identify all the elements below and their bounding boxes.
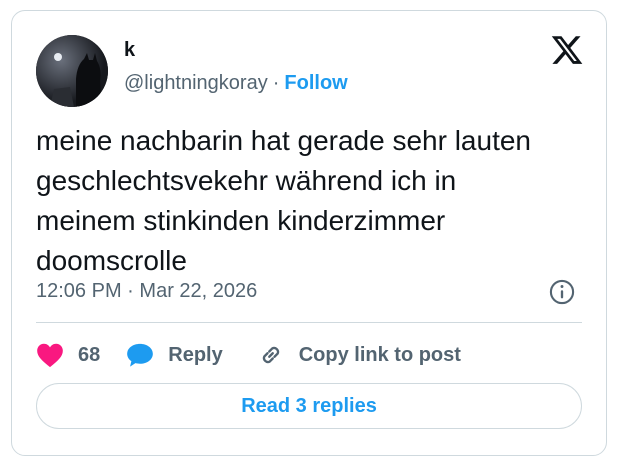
reply-label: Reply: [168, 343, 223, 366]
info-icon[interactable]: [548, 278, 576, 306]
like-count: 68: [78, 343, 101, 366]
author-handle-row: @lightningkoray · Follow: [124, 70, 348, 96]
reply-bubble-icon: [127, 343, 154, 367]
copy-link-label: Copy link to post: [298, 343, 461, 366]
reply-button[interactable]: Reply: [126, 342, 223, 368]
like-button[interactable]: 68: [36, 342, 100, 368]
avatar[interactable]: [36, 35, 108, 107]
timestamp-separator: ·: [127, 280, 134, 302]
post-timestamp[interactable]: 12:06 PM · Mar 22, 2026: [36, 278, 257, 304]
heart-icon: [37, 343, 63, 368]
post-date: Mar 22, 2026: [139, 280, 258, 302]
link-icon: [262, 346, 279, 364]
handle-separator: ·: [272, 72, 280, 94]
embedded-post-card: k @lightningkoray · Follow meine nachbarin…: [11, 10, 607, 456]
action-bar: 68 Reply Copy link to post: [36, 335, 461, 375]
author-display-name[interactable]: k: [124, 38, 135, 62]
post-text-line: meine nachbarin hat gerade sehr lauten: [36, 125, 532, 156]
x-logo-icon[interactable]: [550, 33, 584, 67]
post-text-line: doomscrolle: [36, 245, 187, 276]
post-text-line: meinem stinkinden kinderzimmer: [36, 205, 446, 236]
author-handle[interactable]: @lightningkoray: [124, 72, 268, 94]
follow-button[interactable]: Follow: [284, 72, 347, 94]
post-text-line: geschlechtsvekehr während ich in: [36, 165, 457, 196]
copy-link-button[interactable]: Copy link to post: [257, 341, 461, 369]
avatar-image: [36, 35, 108, 107]
post-text: meine nachbarin hat gerade sehr lauten g…: [36, 121, 596, 281]
divider: [36, 322, 582, 323]
post-time: 12:06 PM: [36, 280, 122, 302]
read-replies-button[interactable]: Read 3 replies: [36, 383, 582, 429]
